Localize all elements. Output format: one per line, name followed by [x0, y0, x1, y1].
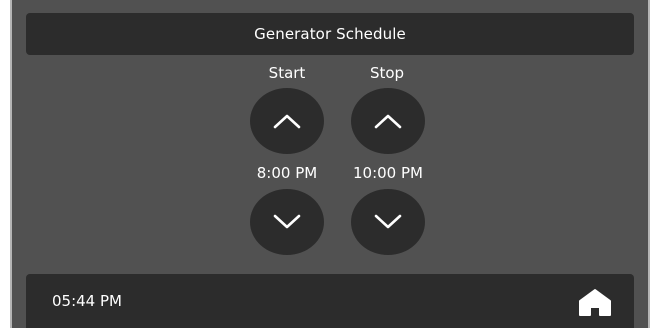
- stop-label: Stop: [369, 64, 405, 82]
- stop-increase-button[interactable]: [351, 88, 425, 154]
- stop-decrease-button[interactable]: [351, 189, 425, 255]
- start-label: Start: [268, 64, 306, 82]
- home-icon: [579, 289, 611, 316]
- chevron-up-icon: [273, 114, 301, 129]
- generator-schedule-screen: Generator Schedule Start 8:00 PM Stop 10…: [10, 0, 650, 328]
- status-bar: 05:44 PM: [26, 274, 634, 328]
- chevron-down-icon: [273, 214, 301, 229]
- start-increase-button[interactable]: [250, 88, 324, 154]
- title-bar: Generator Schedule: [26, 13, 634, 55]
- page-title: Generator Schedule: [254, 25, 406, 43]
- start-decrease-button[interactable]: [250, 189, 324, 255]
- clock: 05:44 PM: [52, 292, 122, 310]
- stop-time: 10:00 PM: [353, 164, 423, 182]
- chevron-up-icon: [374, 114, 402, 129]
- start-time: 8:00 PM: [256, 164, 318, 182]
- home-button[interactable]: [576, 286, 614, 318]
- chevron-down-icon: [374, 214, 402, 229]
